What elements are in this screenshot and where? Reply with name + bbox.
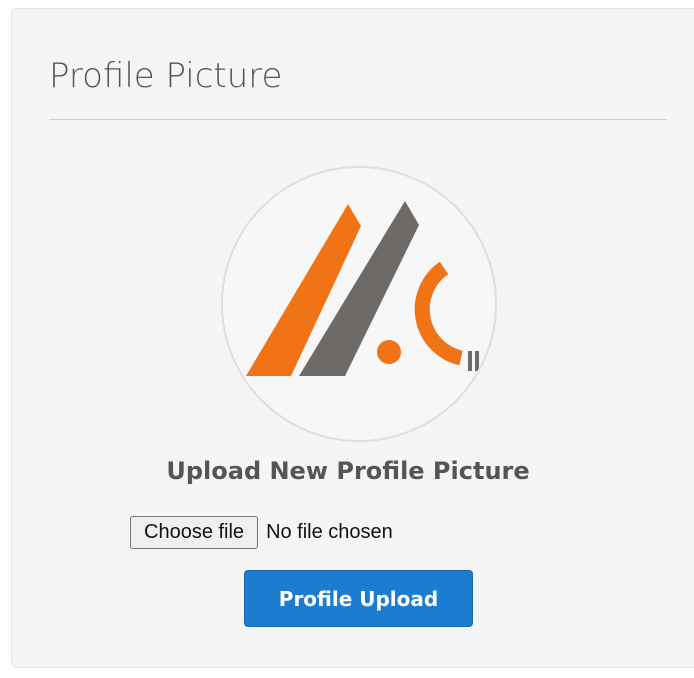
profile-upload-button[interactable]: Profile Upload	[244, 570, 473, 627]
choose-file-button[interactable]: Choose file	[130, 516, 259, 549]
title-divider	[49, 119, 667, 120]
profile-avatar	[221, 166, 497, 442]
file-status-text: No file chosen	[266, 521, 393, 543]
brand-logo-icon	[246, 201, 479, 376]
file-input-row: Choose file No file chosen	[130, 515, 393, 550]
card-title: Profile Picture	[49, 56, 283, 96]
upload-heading: Upload New Profile Picture	[166, 457, 530, 485]
profile-picture-card: Profile Picture Upload New Profile Pictu…	[11, 8, 694, 668]
